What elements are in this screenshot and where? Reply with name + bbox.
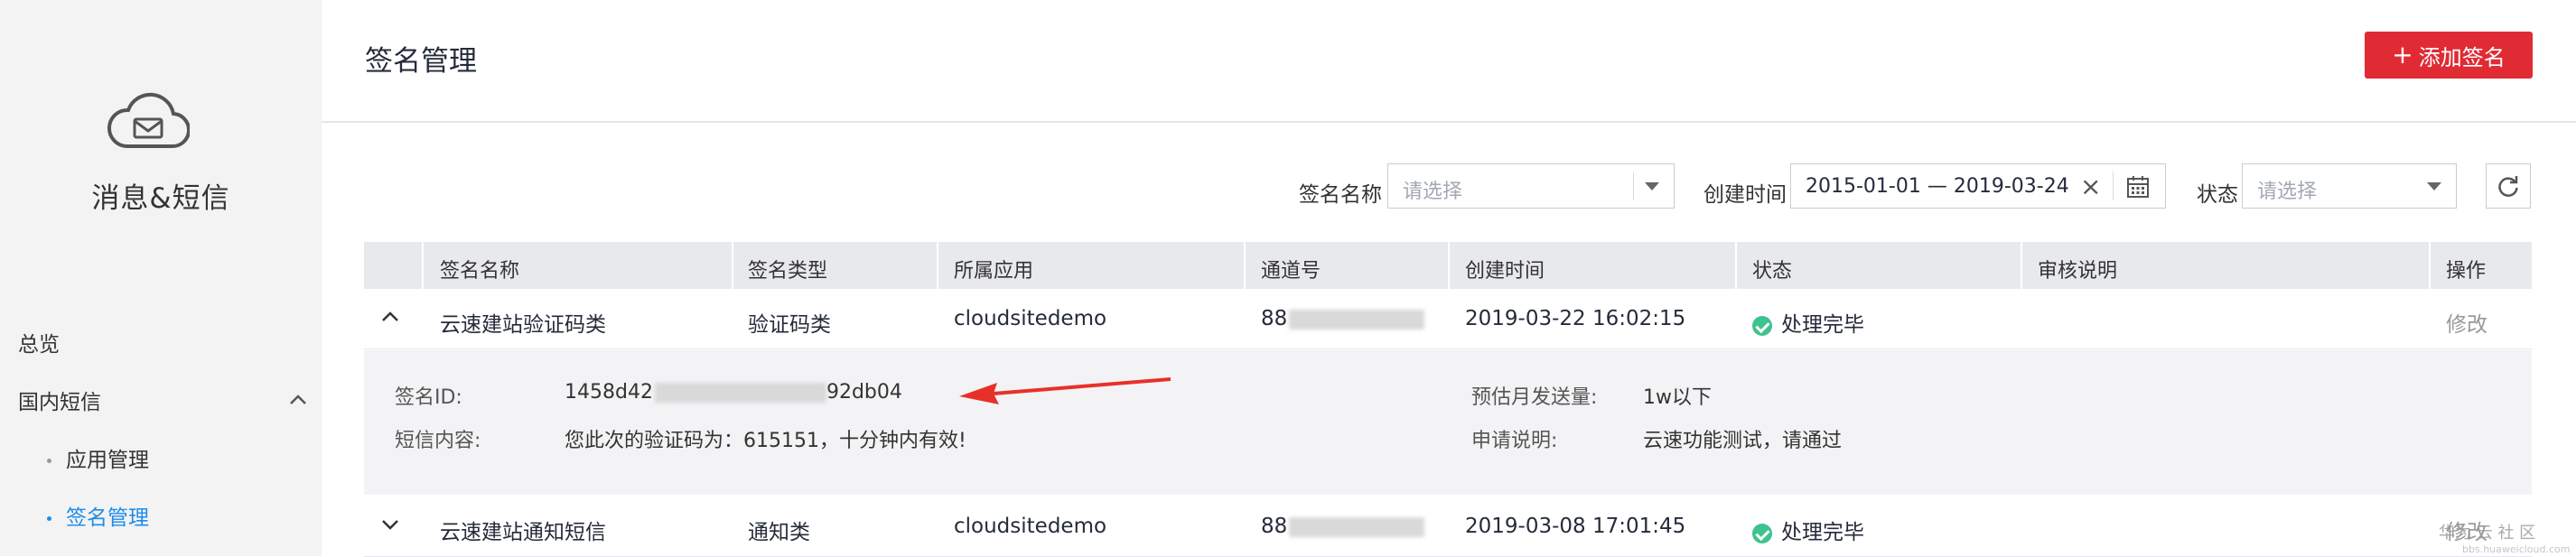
sign-id-end: 92db04 [826,381,902,404]
sidebar-item-label: 国内短信 [18,391,101,414]
channel-visible: 88 [1261,515,1288,538]
check-circle-icon [1752,315,1772,336]
sms-content-label: 短信内容: [395,430,481,452]
status-filter-label: 状态 [2197,183,2238,207]
column-header-sign-type: 签名类型 [748,260,828,283]
watermark-url: bbs.huaweicloud.com [2462,543,2571,555]
bullet-icon [47,516,51,521]
apply-note-value: 云速功能测试，请通过 [1643,430,1843,452]
redacted-block [1289,516,1425,537]
table-header: 签名名称 签名类型 所属应用 通道号 创建时间 状态 审核说明 操作 [364,242,2532,289]
chevron-down-icon[interactable] [380,515,400,534]
cell-sign-name: 云速建站验证码类 [440,313,606,337]
date-range-picker[interactable]: 2015-01-01 — 2019-03-24 × [1790,163,2166,209]
watermark-brand: 华为 云 社 区 [2439,524,2536,543]
column-header-created: 创建时间 [1465,260,1545,283]
chevron-up-icon[interactable] [380,307,400,327]
column-separator [937,242,938,289]
cell-created: 2019-03-08 17:01:45 [1465,515,1686,538]
sidebar-item-label: 应用管理 [66,449,149,472]
redacted-block [654,383,826,403]
sign-id-value: 1458d42 92db04 [565,381,902,404]
select-separator [1633,172,1634,200]
monthly-volume-label: 预估月发送量: [1471,386,1598,409]
column-header-status: 状态 [1752,260,1793,283]
refresh-button[interactable] [2486,163,2531,209]
header-divider [322,121,2576,123]
edit-link[interactable]: 修改 [2446,307,2487,338]
redacted-block [1289,309,1425,330]
sidebar-item-domestic-sms[interactable]: 国内短信 [18,385,307,415]
cell-app: cloudsitedemo [954,515,1107,538]
status-text: 处理完毕 [1781,313,1864,337]
sign-id-start: 1458d42 [565,381,653,404]
annotation-arrow-icon [959,377,1171,404]
cloud-mail-icon [107,92,190,149]
product-title: 消息&短信 [91,182,230,215]
cell-sign-name: 云速建站通知短信 [440,521,606,544]
table-row: 云速建站通知短信 通知类 cloudsitedemo 88 2019-03-08… [364,498,2532,557]
status-text: 处理完毕 [1781,521,1864,544]
sidebar-item-sign-management[interactable]: 签名管理 [47,500,369,531]
refresh-icon [2498,176,2518,197]
cell-created: 2019-03-22 16:02:15 [1465,307,1686,330]
column-separator [1448,242,1450,289]
check-circle-icon [1752,523,1772,543]
sign-id-label: 签名ID: [395,386,462,409]
column-separator [422,242,424,289]
plus-icon: + [2392,40,2413,70]
column-separator [732,242,733,289]
cell-channel: 88 [1261,515,1425,538]
sign-name-filter-label: 签名名称 [1299,183,1382,207]
caret-down-icon [1645,182,1659,190]
column-separator [2429,242,2431,289]
column-separator [1735,242,1737,289]
cell-status: 处理完毕 [1752,307,1864,338]
created-time-filter-label: 创建时间 [1703,183,1787,207]
sidebar-item-app-management[interactable]: 应用管理 [47,442,369,473]
sidebar-item-label: 签名管理 [66,506,149,530]
column-header-app: 所属应用 [954,260,1034,283]
sign-name-select[interactable]: 请选择 [1387,163,1675,209]
cell-sign-type: 验证码类 [748,313,831,337]
monthly-volume-value: 1w以下 [1643,386,1712,409]
add-signature-button[interactable]: + 添加签名 [2365,32,2533,79]
date-range-value: 2015-01-01 — 2019-03-24 [1806,175,2069,198]
select-placeholder: 请选择 [2257,181,2318,203]
column-header-sign-name: 签名名称 [440,260,520,283]
table-row: 云速建站验证码类 验证码类 cloudsitedemo 88 2019-03-2… [364,291,2532,349]
apply-note-label: 申请说明: [1471,430,1558,452]
chevron-up-icon [290,395,306,404]
row-detail-panel: 签名ID: 1458d42 92db04 短信内容: 您此次的验证码为：61515… [364,350,2532,495]
channel-visible: 88 [1261,307,1288,330]
add-button-label: 添加签名 [2418,44,2506,70]
status-select[interactable]: 请选择 [2242,163,2457,209]
watermark: 华为 云 社 区 bbs.huaweicloud.com [2439,520,2570,555]
sms-content-value: 您此次的验证码为：615151，十分钟内有效! [565,430,966,452]
cell-app: cloudsitedemo [954,307,1107,330]
clear-icon[interactable]: × [2080,172,2101,201]
cell-status: 处理完毕 [1752,515,1864,545]
cell-sign-type: 通知类 [748,521,810,544]
column-header-review: 审核说明 [2038,260,2118,283]
date-separator [2113,172,2114,200]
column-separator [1244,242,1246,289]
column-header-channel: 通道号 [1261,260,1321,283]
page-title: 签名管理 [365,45,477,78]
select-placeholder: 请选择 [1403,181,1463,203]
sidebar-item-overview[interactable]: 总览 [18,327,340,357]
caret-down-icon [2427,182,2441,190]
cell-channel: 88 [1261,307,1425,330]
sidebar: 消息&短信 总览 国内短信 应用管理 签名管理 [0,0,322,556]
calendar-icon[interactable] [2125,174,2151,200]
column-header-action: 操作 [2446,260,2487,283]
column-separator [2021,242,2022,289]
bullet-icon [47,459,51,463]
